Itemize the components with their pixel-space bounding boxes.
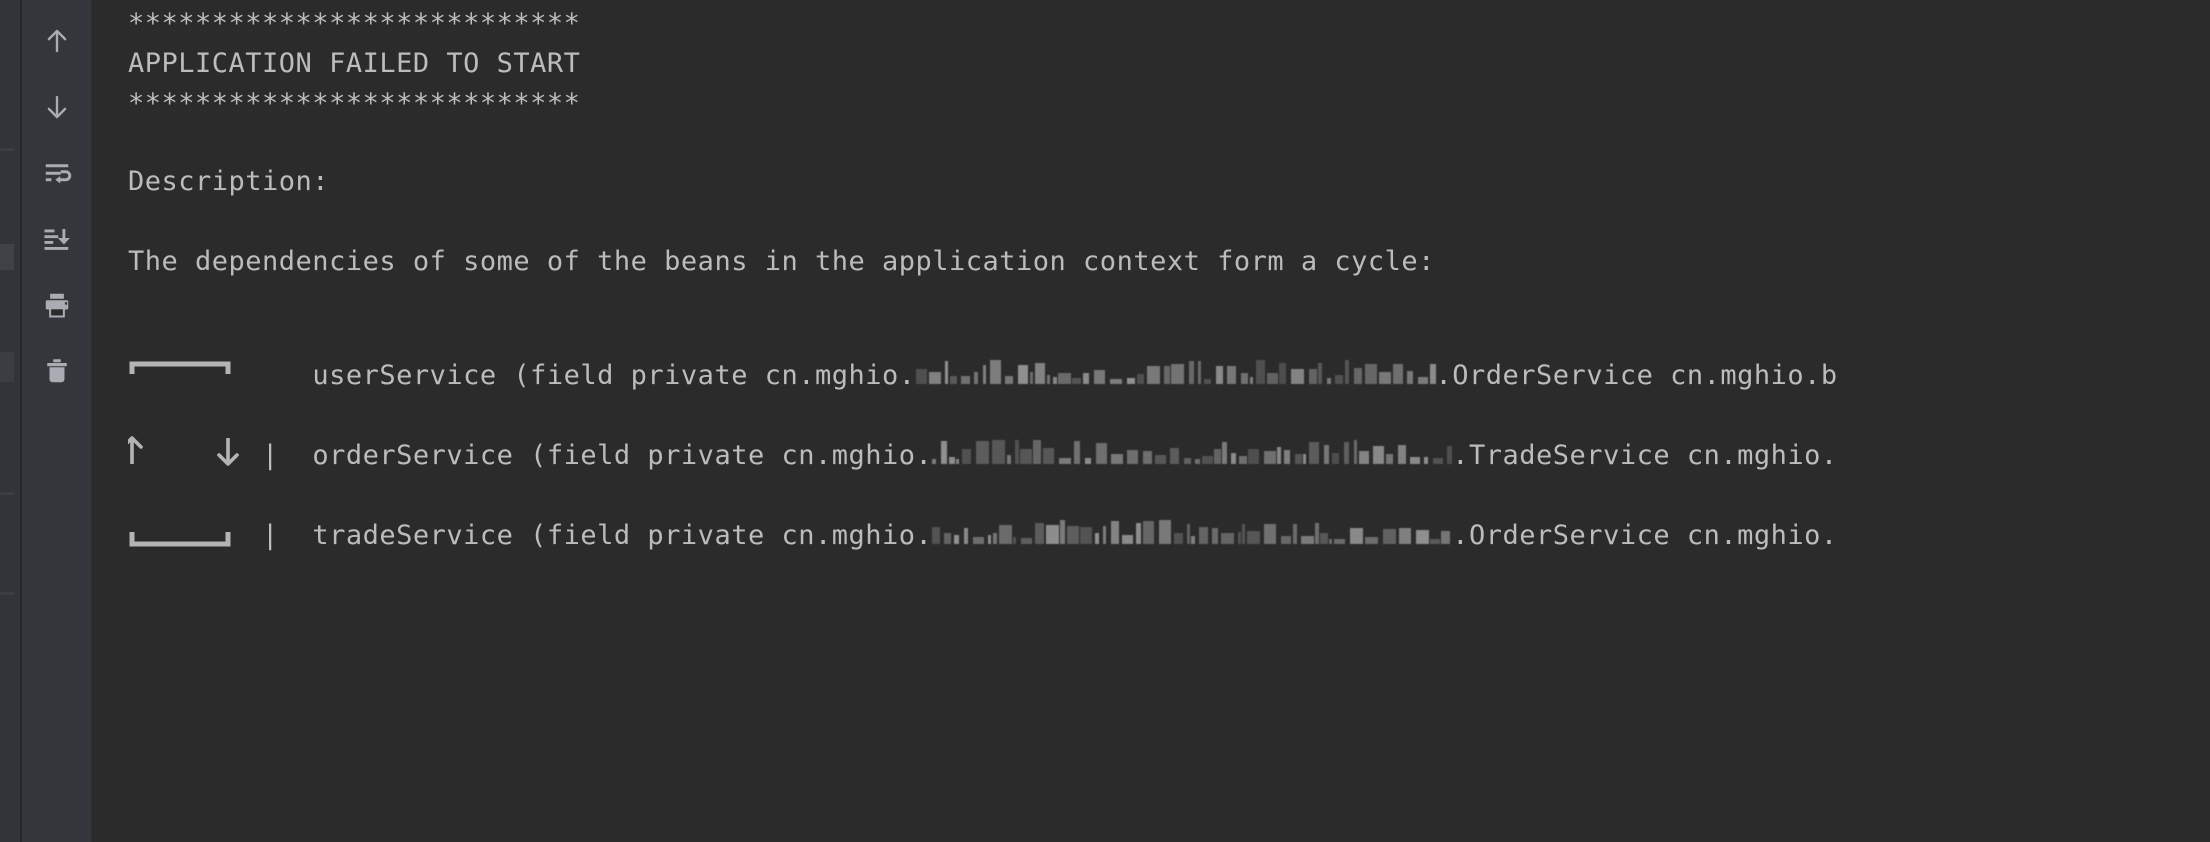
up-arrow-icon[interactable] bbox=[29, 8, 85, 74]
cycle-box-top bbox=[129, 361, 231, 374]
cycle-arrow-up bbox=[128, 436, 143, 464]
cycle-arrow-down bbox=[217, 438, 239, 466]
cycle-box-bottom bbox=[129, 532, 231, 547]
edge-mark bbox=[0, 148, 14, 151]
cycle-prefix-user: userService (field private cn.mghio. bbox=[262, 360, 916, 391]
description-label: Description: bbox=[128, 166, 330, 197]
redacted-package-trade bbox=[932, 518, 1452, 544]
up-arrow-glyph bbox=[47, 29, 67, 53]
cycle-line-trade-service: | tradeService (field private cn.mghio..… bbox=[128, 486, 1838, 584]
print-glyph bbox=[45, 293, 69, 318]
redacted-package-order bbox=[932, 438, 1453, 464]
cycle-prefix-order: | orderService (field private cn.mghio. bbox=[262, 440, 933, 471]
edge-mark bbox=[0, 492, 14, 495]
trash-glyph bbox=[47, 359, 67, 383]
banner-top-line: *************************** bbox=[128, 8, 581, 39]
window-left-edge bbox=[0, 0, 22, 842]
cycle-suffix-order: .TradeService cn.mghio. bbox=[1452, 440, 1838, 471]
cycle-diagram bbox=[128, 361, 239, 547]
scroll-to-end-glyph bbox=[44, 229, 70, 250]
console-output-area[interactable]: *************************** APPLICATION … bbox=[92, 0, 2210, 842]
down-arrow-icon[interactable] bbox=[29, 74, 85, 140]
cycle-suffix-user: .OrderService cn.mghio.b bbox=[1435, 360, 1838, 391]
cycle-prefix-trade: | tradeService (field private cn.mghio. bbox=[262, 520, 933, 551]
soft-wrap-icon[interactable] bbox=[29, 140, 85, 206]
trash-icon[interactable] bbox=[29, 338, 85, 404]
banner-bottom-line: *************************** bbox=[128, 88, 581, 119]
print-icon[interactable] bbox=[29, 272, 85, 338]
cycle-suffix-trade: .OrderService cn.mghio. bbox=[1452, 520, 1838, 551]
console-window: *************************** APPLICATION … bbox=[0, 0, 2210, 842]
description-text: The dependencies of some of the beans in… bbox=[128, 246, 1435, 277]
edge-mark bbox=[0, 352, 14, 382]
soft-wrap-glyph bbox=[45, 164, 72, 184]
down-arrow-glyph bbox=[47, 95, 67, 119]
console-toolbar bbox=[22, 0, 92, 842]
banner-title: APPLICATION FAILED TO START bbox=[128, 48, 581, 79]
redacted-package-user bbox=[915, 358, 1436, 384]
edge-mark bbox=[0, 592, 14, 595]
scroll-to-end-icon[interactable] bbox=[29, 206, 85, 272]
edge-mark bbox=[0, 244, 14, 270]
